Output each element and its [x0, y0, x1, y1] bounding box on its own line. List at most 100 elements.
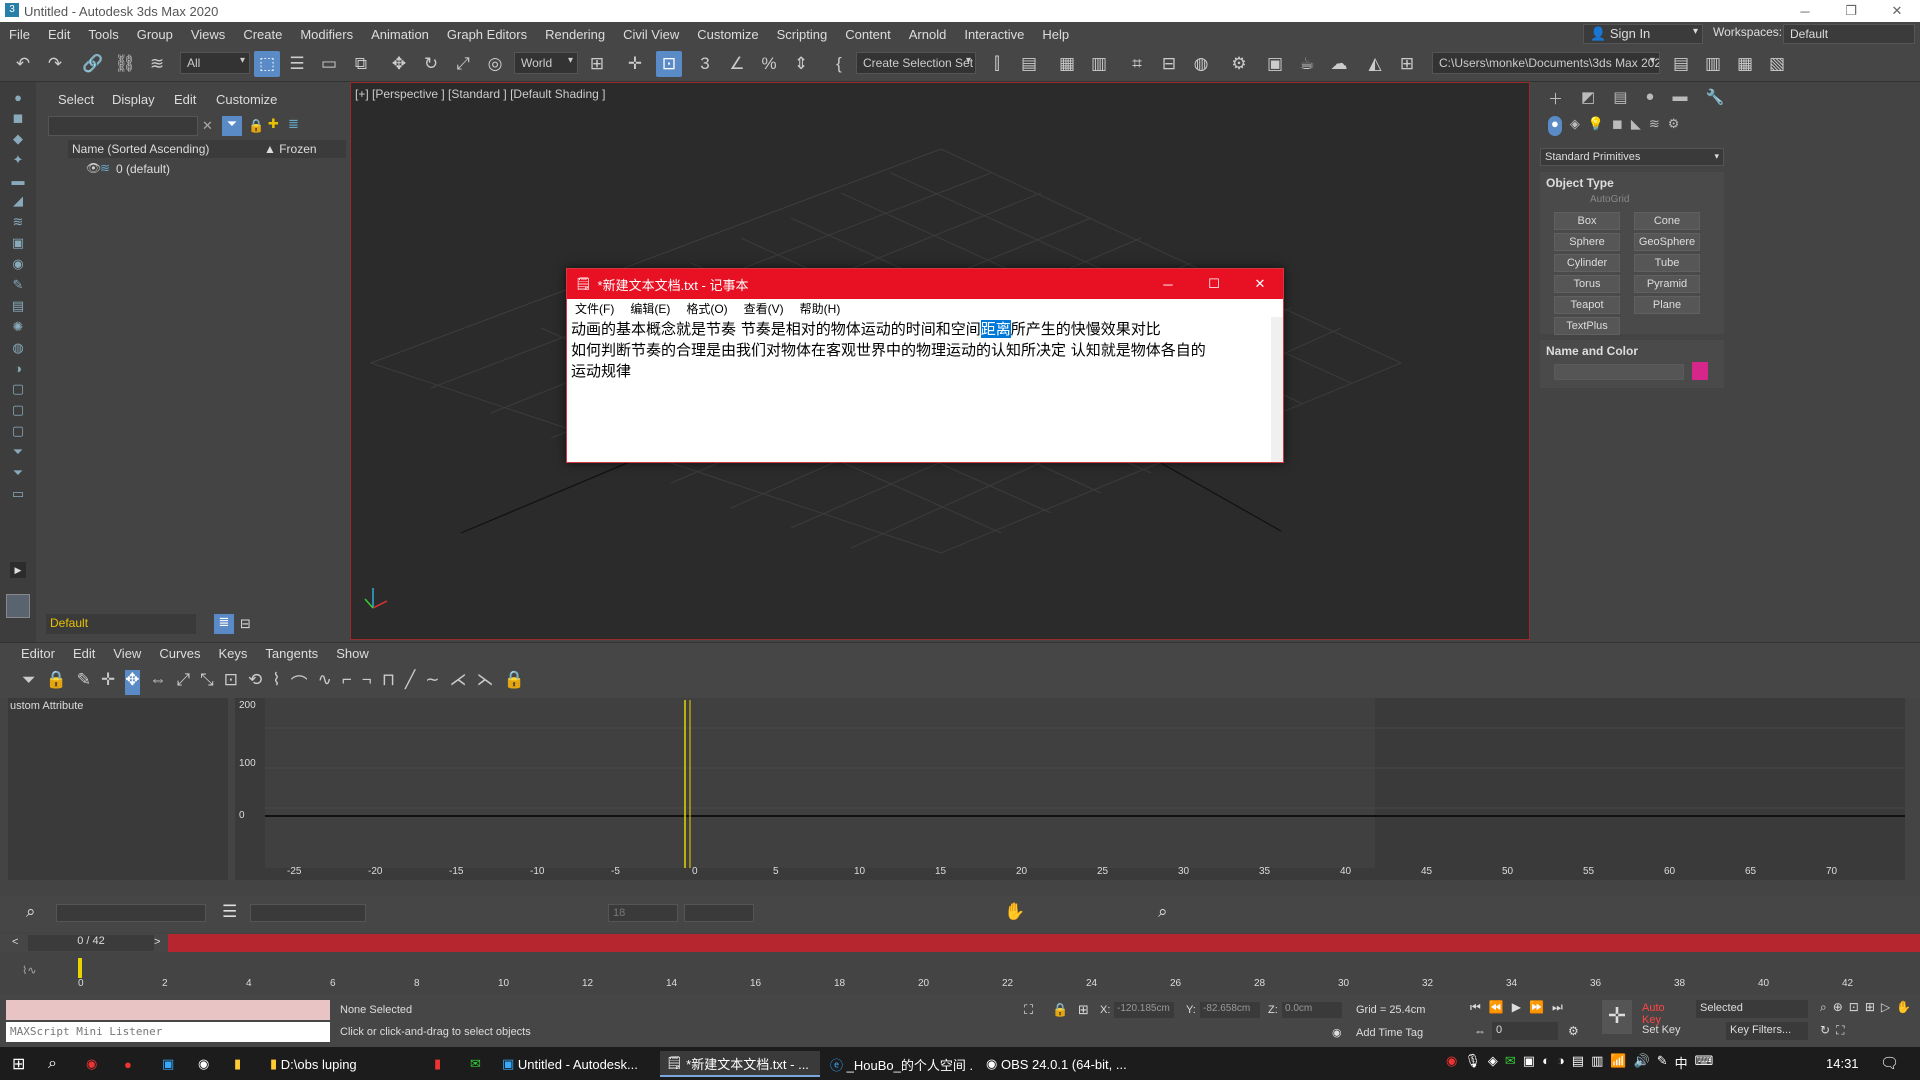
- project-folder-icon[interactable]: ▤: [1668, 51, 1694, 77]
- sign-in-dropdown[interactable]: 👤 Sign In ▾: [1583, 24, 1703, 44]
- select-manipulate-icon[interactable]: ✛: [622, 51, 648, 77]
- spinner-snap-icon[interactable]: ⇕: [788, 51, 814, 77]
- utilities-tab-icon[interactable]: 🔧: [1705, 88, 1724, 110]
- close-icon[interactable]: ✕: [1874, 3, 1920, 19]
- search-input[interactable]: [48, 116, 198, 136]
- tray-app-icon[interactable]: ◉: [1446, 1053, 1457, 1072]
- lights-category-icon[interactable]: 💡: [1588, 116, 1604, 136]
- notepad-text-area[interactable]: 动画的基本概念就是节奏 节奏是相对的物体运动的时间和空间距离所产生的快慢效果对比…: [567, 317, 1263, 384]
- lock-tangents-icon[interactable]: 🔒: [503, 670, 524, 695]
- spacewarps-category-icon[interactable]: ≋: [1649, 116, 1660, 136]
- select-by-name-icon[interactable]: ☰: [284, 51, 310, 77]
- tray-icon[interactable]: ▤: [1572, 1053, 1584, 1072]
- maximize-viewport-icon[interactable]: ⛶: [1836, 1023, 1844, 1040]
- bones-icon[interactable]: ✎: [13, 277, 24, 293]
- reduce-keys-icon[interactable]: ⌇: [272, 670, 280, 695]
- y-coord-field[interactable]: -82.658cm: [1200, 1002, 1260, 1018]
- red-app-icon[interactable]: ▮: [428, 1051, 447, 1077]
- layer-dropdown[interactable]: Default: [46, 614, 196, 634]
- geometry-category-icon[interactable]: ●: [1548, 116, 1562, 136]
- notepad-menu-view[interactable]: 查看(V): [736, 300, 792, 317]
- ce-filter-field[interactable]: [56, 904, 206, 922]
- tab-edit[interactable]: Edit: [174, 92, 196, 107]
- tray-icon[interactable]: ▣: [1523, 1053, 1535, 1072]
- wechat-icon[interactable]: ✉: [464, 1051, 487, 1077]
- link-icon[interactable]: 🔗: [80, 51, 106, 77]
- layer-row[interactable]: 👁 ≋ 0 (default): [68, 160, 346, 178]
- task-obs[interactable]: ◉ OBS 24.0.1 (64-bit, ...: [980, 1051, 1130, 1077]
- helpers-category-icon[interactable]: ◣: [1631, 116, 1641, 136]
- clock[interactable]: 14:31: [1826, 1056, 1859, 1071]
- ce-menu-keys[interactable]: Keys: [210, 646, 257, 661]
- break-tangents-icon[interactable]: ⋌: [449, 670, 466, 695]
- retime-icon[interactable]: ⟲: [248, 670, 262, 695]
- cylinder-button[interactable]: Cylinder: [1554, 254, 1620, 272]
- render-iterative-icon[interactable]: ◭: [1362, 51, 1388, 77]
- layer-explorer-icon[interactable]: ▦: [1054, 51, 1080, 77]
- set-key-button[interactable]: Set Key: [1638, 1022, 1690, 1040]
- modify-tab-icon[interactable]: ◩: [1581, 88, 1595, 110]
- restore-icon[interactable]: ❐: [1828, 3, 1874, 19]
- zoom-icon[interactable]: ⌕: [26, 902, 36, 922]
- start-icon[interactable]: ⊞: [6, 1051, 31, 1077]
- tangent-fast-icon[interactable]: ⌐: [342, 670, 352, 695]
- menu-interactive[interactable]: Interactive: [955, 27, 1033, 42]
- absolute-mode-icon[interactable]: ⊞: [1078, 1002, 1089, 1018]
- eye-icon[interactable]: 👁: [86, 161, 101, 175]
- ribbon-icon[interactable]: ▥: [1086, 51, 1112, 77]
- tangent-slow-icon[interactable]: ¬: [362, 670, 372, 695]
- lock-selection-icon[interactable]: 🔒: [46, 670, 67, 695]
- value-field[interactable]: [684, 904, 754, 922]
- zoom-extents-icon[interactable]: ⊡: [1849, 1000, 1859, 1017]
- menu-create[interactable]: Create: [234, 27, 291, 42]
- shapes-category-icon[interactable]: ◈: [1570, 116, 1580, 136]
- fov-icon[interactable]: ▷: [1881, 1000, 1890, 1017]
- add-key-icon[interactable]: ✛: [101, 670, 115, 695]
- notepad-scrollbar[interactable]: [1271, 317, 1283, 462]
- selection-lock-icon[interactable]: 🔒: [1052, 1002, 1068, 1018]
- auto-key-button[interactable]: Auto Key: [1638, 1000, 1690, 1026]
- menu-animation[interactable]: Animation: [362, 27, 438, 42]
- keyboard-shortcut-override-icon[interactable]: ⊡: [656, 51, 682, 77]
- time-configuration-icon[interactable]: ⚙: [1568, 1024, 1579, 1038]
- tangent-smooth-icon[interactable]: ∼: [425, 670, 439, 695]
- render-shortcuts-icon[interactable]: ⊞: [1394, 51, 1420, 77]
- tray-icon[interactable]: ◐: [1542, 1053, 1550, 1072]
- textplus-button[interactable]: TextPlus: [1554, 317, 1620, 335]
- xrefs-icon[interactable]: ◉: [12, 256, 23, 272]
- menu-graph-editors[interactable]: Graph Editors: [438, 27, 536, 42]
- obs-pin-icon[interactable]: ◉: [192, 1051, 215, 1077]
- tangent-linear-icon[interactable]: ╱: [405, 670, 415, 695]
- move-keys-icon[interactable]: ✥: [125, 670, 140, 695]
- set-key-big-icon[interactable]: ✛: [1602, 1000, 1632, 1034]
- zoom-region-icon[interactable]: ⌕: [1158, 902, 1168, 922]
- display-tab-icon[interactable]: ▬: [1672, 88, 1687, 110]
- next-frame-icon[interactable]: ⏩: [1529, 1000, 1544, 1020]
- folder-icon[interactable]: ▮: [228, 1051, 247, 1077]
- tab-display[interactable]: Display: [112, 92, 155, 107]
- region-tool-icon[interactable]: ⊡: [224, 670, 238, 695]
- teapot-button[interactable]: Teapot: [1554, 296, 1620, 314]
- select-object-icon[interactable]: ⬚: [254, 51, 280, 77]
- filter-icon[interactable]: ⏷: [222, 116, 242, 136]
- menu-edit[interactable]: Edit: [39, 27, 79, 42]
- menu-views[interactable]: Views: [182, 27, 234, 42]
- notepad-menu-edit[interactable]: 编辑(E): [622, 300, 678, 317]
- z-coord-field[interactable]: 0.0cm: [1282, 1002, 1342, 1018]
- minimize-icon[interactable]: ─: [1782, 4, 1828, 19]
- project-set-icon[interactable]: ▥: [1700, 51, 1726, 77]
- invert-icon[interactable]: ▢: [12, 381, 24, 397]
- snaps-toggle-icon[interactable]: 3: [692, 51, 718, 77]
- pen-icon[interactable]: ✎: [1657, 1053, 1668, 1072]
- placement-icon[interactable]: ◎: [482, 51, 508, 77]
- primitive-type-dropdown[interactable]: Standard Primitives ▾: [1540, 148, 1724, 166]
- notepad-close-icon[interactable]: ✕: [1237, 276, 1283, 292]
- menu-content[interactable]: Content: [836, 27, 900, 42]
- project-new-icon[interactable]: ▧: [1764, 51, 1790, 77]
- tab-select[interactable]: Select: [58, 92, 94, 107]
- clear-search-icon[interactable]: ✕: [202, 118, 213, 134]
- curve-editor-graph[interactable]: 200 100 0 -25 -20 -15 -10 -5 0 5 10 15 2…: [235, 698, 1905, 880]
- particles-icon[interactable]: ✺: [13, 319, 24, 335]
- play-icon[interactable]: ▶: [1512, 1000, 1521, 1020]
- unlink-icon[interactable]: ⛓: [112, 51, 138, 77]
